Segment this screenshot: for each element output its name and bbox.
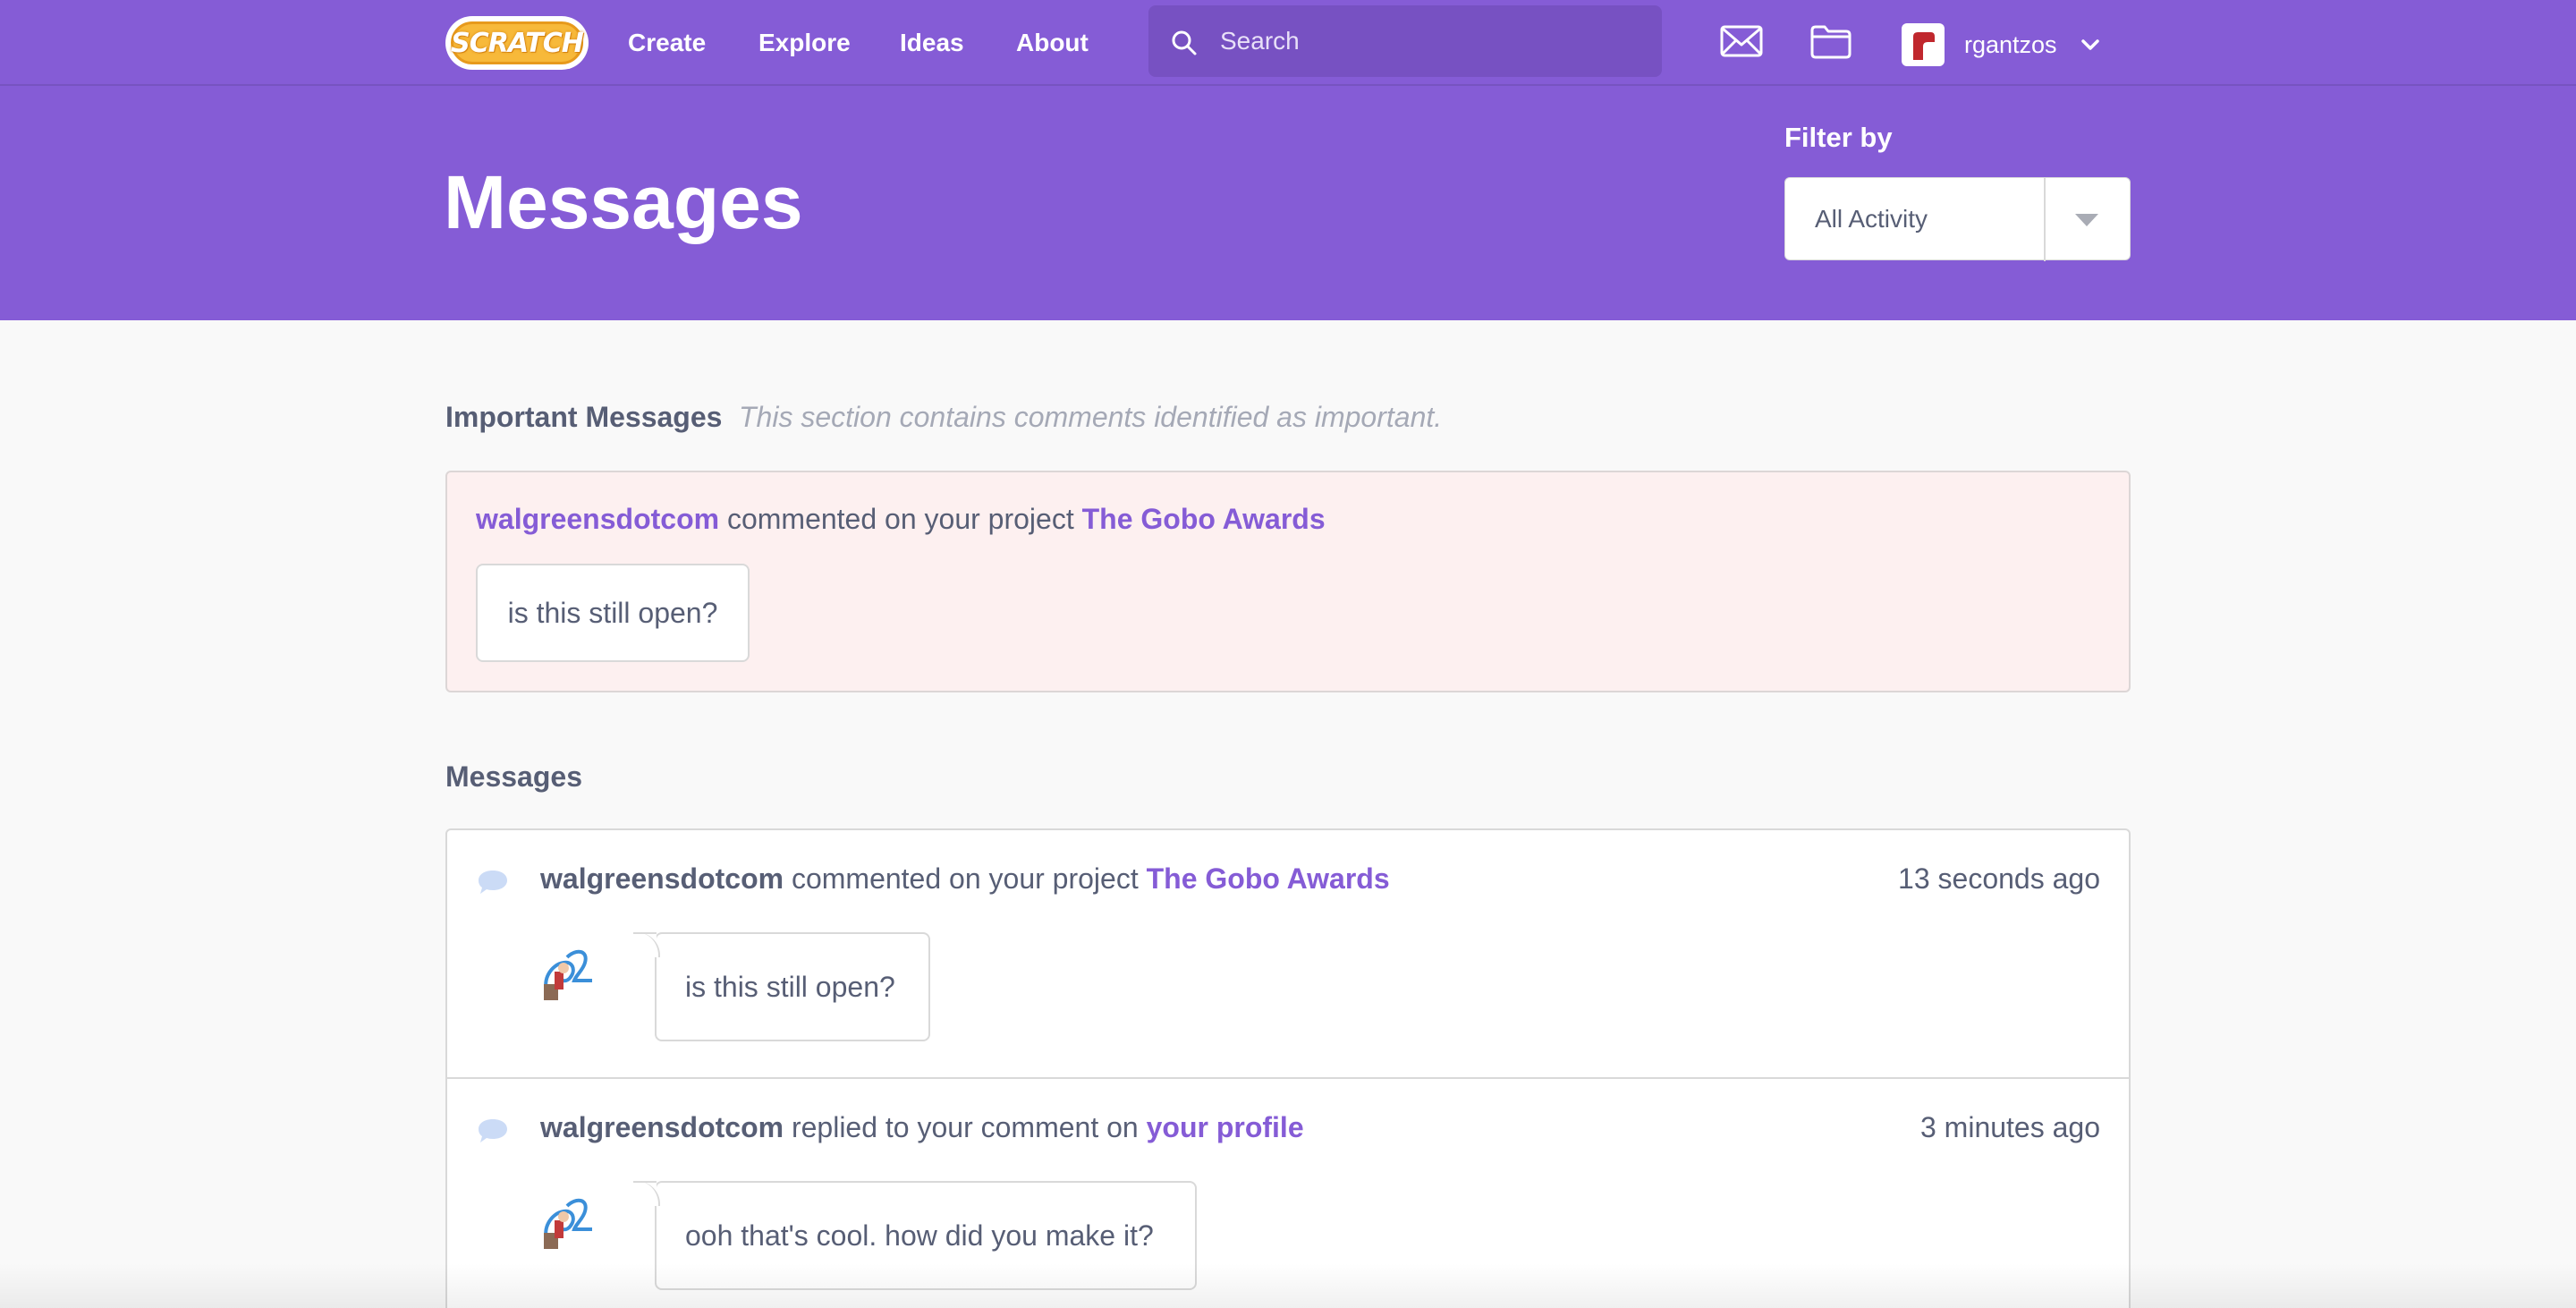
comment-bubble: ooh that's cool. how did you make it? xyxy=(633,1181,1197,1290)
user-thumbnail[interactable] xyxy=(540,945,610,1004)
dropdown-arrow-icon xyxy=(2075,214,2098,226)
nav-create-link[interactable]: Create xyxy=(628,25,706,61)
project-link[interactable]: The Gobo Awards xyxy=(1147,862,1390,895)
message-text: walgreensdotcom replied to your comment … xyxy=(540,1111,1304,1144)
comment-bubble-icon xyxy=(479,1119,507,1142)
filter-divider xyxy=(2044,178,2046,261)
logo-text: SCRATCH xyxy=(451,21,584,64)
message-item: walgreensdotcom replied to your comment … xyxy=(447,1079,2129,1308)
user-thumbnail[interactable] xyxy=(540,1193,610,1253)
comment-bubble: is this still open? xyxy=(633,932,930,1041)
filter-label: Filter by xyxy=(1784,122,1893,153)
search-icon xyxy=(1172,30,1197,55)
important-section-title: Important Messages xyxy=(445,401,723,433)
nav-explore-link[interactable]: Explore xyxy=(758,25,851,61)
avatar-shape-icon xyxy=(1913,32,1935,60)
filter-select[interactable]: All Activity xyxy=(1784,177,2131,261)
filter-selected-value: All Activity xyxy=(1815,205,1928,233)
message-action: replied to your comment on xyxy=(791,1111,1139,1143)
messages-list: walgreensdotcom commented on your projec… xyxy=(445,828,2131,1308)
project-link[interactable]: The Gobo Awards xyxy=(1082,503,1326,535)
message-timestamp: 3 minutes ago xyxy=(1919,1111,2100,1143)
nav-about-link[interactable]: About xyxy=(1016,25,1089,61)
message-text: walgreensdotcom commented on your projec… xyxy=(540,862,1390,896)
important-message-card: walgreensdotcom commented on your projec… xyxy=(445,471,2131,692)
my-stuff-folder-icon[interactable] xyxy=(1809,21,1853,61)
profile-link[interactable]: your profile xyxy=(1147,1111,1304,1143)
search-bar[interactable] xyxy=(1148,5,1662,77)
account-menu[interactable]: rgantzos xyxy=(1902,21,2100,68)
messages-header: Messages Filter by All Activity xyxy=(0,86,2576,320)
page-title: Messages xyxy=(444,160,803,244)
messages-envelope-icon[interactable] xyxy=(1719,21,1764,61)
message-action: commented on your project xyxy=(791,862,1139,895)
message-timestamp: 13 seconds ago xyxy=(1898,862,2100,895)
comment-bubble-icon xyxy=(479,871,507,894)
scratch-logo[interactable]: SCRATCH xyxy=(445,16,589,70)
comment-author-link[interactable]: walgreensdotcom xyxy=(540,862,784,895)
chevron-down-icon xyxy=(2080,39,2099,50)
comment-author-link[interactable]: walgreensdotcom xyxy=(540,1111,784,1143)
important-message-text: walgreensdotcom commented on your projec… xyxy=(476,503,1326,536)
user-avatar xyxy=(1902,23,1945,66)
important-section-note: This section contains comments identifie… xyxy=(739,401,1443,433)
comment-author-link[interactable]: walgreensdotcom xyxy=(476,503,719,535)
username-label: rgantzos xyxy=(1964,30,2057,58)
message-item: walgreensdotcom commented on your projec… xyxy=(447,830,2129,1079)
important-comment-bubble: is this still open? xyxy=(476,564,750,662)
message-action: commented on your project xyxy=(726,503,1074,535)
search-input[interactable] xyxy=(1220,23,1631,59)
messages-section-title: Messages xyxy=(445,760,582,793)
top-navbar: SCRATCH Create Explore Ideas About rgant… xyxy=(0,0,2576,86)
nav-ideas-link[interactable]: Ideas xyxy=(900,25,964,61)
